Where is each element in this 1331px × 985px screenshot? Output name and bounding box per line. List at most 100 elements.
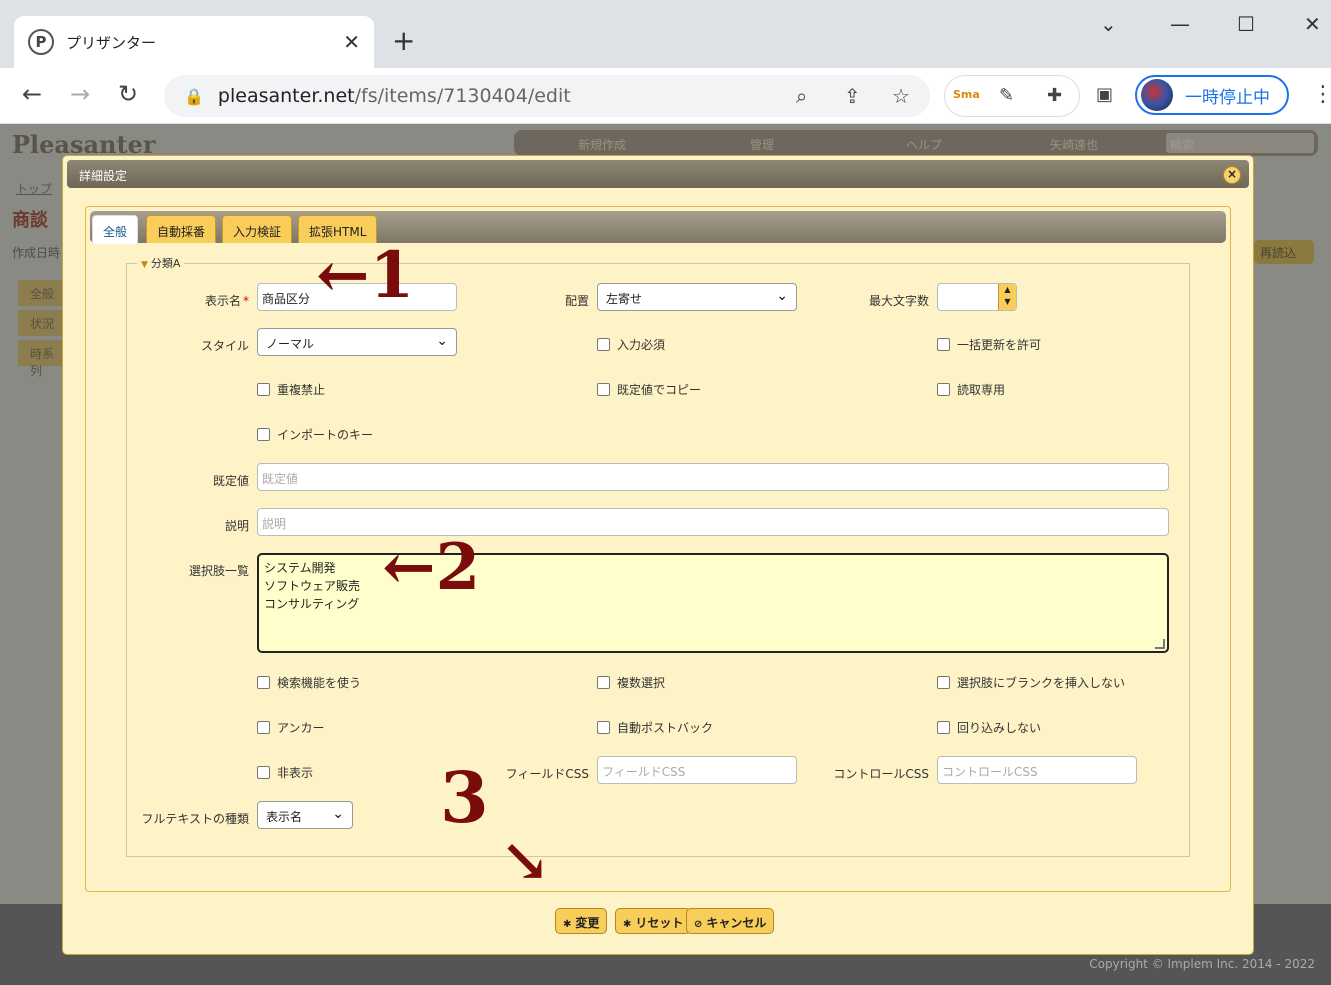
dialog-close-icon[interactable]: × xyxy=(1223,166,1241,184)
breadcrumb: トップ xyxy=(16,182,53,196)
address-bar[interactable]: 🔒 pleasanter.net/fs/items/7130404/edit ⌕… xyxy=(164,75,930,117)
multi-select-checkbox[interactable]: 複数選択 xyxy=(597,674,665,691)
side-tab-general: 全般 xyxy=(18,280,68,306)
display-name-label: 表示名 * xyxy=(204,294,249,308)
browser-tab[interactable]: P プリザンター ✕ xyxy=(14,16,374,68)
gear-icon: ✱ xyxy=(623,919,632,930)
browser-toolbar: ← → ↻ 🔒 pleasanter.net/fs/items/7130404/… xyxy=(0,68,1331,124)
no-wrap-checkbox[interactable]: 回り込みしない xyxy=(937,719,1041,736)
page-nav: 新規作成 管理 ヘルプ 矢崎達也 検索 xyxy=(514,130,1318,156)
new-tab-icon[interactable]: + xyxy=(392,24,415,57)
checkbox-box[interactable] xyxy=(257,766,270,779)
fieldset-legend[interactable]: ▼ 分類A xyxy=(137,255,185,271)
share-icon[interactable]: ⇪ xyxy=(844,84,861,108)
checkbox-box[interactable] xyxy=(257,428,270,441)
checkbox-box[interactable] xyxy=(257,721,270,734)
fulltext-select[interactable]: 表示名 ⌄ xyxy=(257,801,353,829)
page-search: 検索 xyxy=(1166,133,1314,153)
read-only-checkbox[interactable]: 読取専用 xyxy=(937,381,1005,398)
anchor-checkbox[interactable]: アンカー xyxy=(257,719,325,736)
spinner-icon[interactable]: ▲ ▼ xyxy=(998,284,1016,310)
note-extension-icon[interactable]: ✎ xyxy=(999,85,1014,106)
required-label: 入力必須 xyxy=(617,338,666,352)
auto-postback-checkbox[interactable]: 自動ポストバック xyxy=(597,719,713,736)
checkbox-box[interactable] xyxy=(597,676,610,689)
checkbox-box[interactable] xyxy=(257,676,270,689)
avatar xyxy=(1141,79,1173,111)
checkbox-box[interactable] xyxy=(937,721,950,734)
import-key-checkbox[interactable]: インポートのキー xyxy=(257,426,373,443)
url-path: /fs/items/7130404/edit xyxy=(354,85,571,107)
max-chars-input[interactable]: ▲ ▼ xyxy=(937,283,1017,311)
bookmark-star-icon[interactable]: ☆ xyxy=(892,84,910,108)
tab-auto-numbering[interactable]: 自動採番 xyxy=(146,215,217,243)
copy-default-label: 既定値でコピー xyxy=(617,383,702,397)
nav-user: 矢崎達也 xyxy=(1050,138,1099,152)
checkbox-box[interactable] xyxy=(937,676,950,689)
no-blank-checkbox[interactable]: 選択肢にブランクを挿入しない xyxy=(937,674,1125,691)
default-value-input[interactable]: 既定値 xyxy=(257,463,1169,491)
forward-icon[interactable]: → xyxy=(70,80,90,108)
control-css-input[interactable]: コントロールCSS xyxy=(937,756,1137,784)
max-chars-label: 最大文字数 xyxy=(868,294,929,308)
dialog-header[interactable]: 詳細設定 × xyxy=(67,160,1249,188)
nav-help: ヘルプ xyxy=(906,138,943,152)
no-duplicates-checkbox[interactable]: 重複禁止 xyxy=(257,381,325,398)
smasurf-extension-icon[interactable]: Sma xyxy=(953,88,980,101)
hidden-checkbox[interactable]: 非表示 xyxy=(257,764,313,781)
zoom-icon[interactable]: ⌕ xyxy=(796,84,807,108)
change-button[interactable]: ✱ 変更 xyxy=(555,908,608,934)
anchor-label: アンカー xyxy=(277,721,325,735)
field-css-input[interactable]: フィールドCSS xyxy=(597,756,797,784)
reset-button[interactable]: ✱ リセット xyxy=(615,908,692,934)
side-panel-icon[interactable]: ▣ xyxy=(1096,84,1113,105)
close-window-icon[interactable]: ✕ xyxy=(1304,12,1321,36)
page-date-label: 作成日時 xyxy=(12,246,61,260)
checkbox-box[interactable] xyxy=(257,383,270,396)
style-select[interactable]: ノーマル ⌄ xyxy=(257,328,457,356)
use-search-checkbox[interactable]: 検索機能を使う xyxy=(257,674,361,691)
minimize-icon[interactable]: — xyxy=(1170,12,1190,36)
checkbox-box[interactable] xyxy=(937,383,950,396)
tab-validation[interactable]: 入力検証 xyxy=(222,215,293,243)
puzzle-extensions-icon[interactable]: ✚ xyxy=(1047,85,1062,106)
import-key-label: インポートのキー xyxy=(277,428,374,442)
tab-search-icon[interactable]: ⌄ xyxy=(1100,12,1117,36)
bulk-update-checkbox[interactable]: 一括更新を許可 xyxy=(937,336,1041,353)
chevron-down-icon: ⌄ xyxy=(436,333,448,349)
resize-handle-icon[interactable] xyxy=(1155,639,1165,649)
read-only-label: 読取専用 xyxy=(957,383,1006,397)
no-duplicates-label: 重複禁止 xyxy=(277,383,326,397)
copyright: Copyright © Implem Inc. 2014 - 2022 xyxy=(1089,957,1315,971)
checkbox-box[interactable] xyxy=(937,338,950,351)
back-icon[interactable]: ← xyxy=(22,80,42,108)
extensions-group: Sma ✎ ✚ xyxy=(944,75,1080,117)
no-blank-label: 選択肢にブランクを挿入しない xyxy=(957,676,1126,690)
maximize-icon[interactable]: ☐ xyxy=(1237,12,1255,36)
tab-general[interactable]: 全般 xyxy=(92,215,139,244)
auto-postback-label: 自動ポストバック xyxy=(617,721,714,735)
fulltext-label: フルテキストの種類 xyxy=(141,812,249,826)
alignment-select[interactable]: 左寄せ ⌄ xyxy=(597,283,797,311)
required-checkbox[interactable]: 入力必須 xyxy=(597,336,665,353)
reload-icon[interactable]: ↻ xyxy=(118,80,138,108)
checkbox-box[interactable] xyxy=(597,383,610,396)
copy-default-checkbox[interactable]: 既定値でコピー xyxy=(597,381,701,398)
checkbox-box[interactable] xyxy=(597,721,610,734)
page-title: 商談 xyxy=(12,210,48,231)
dialog-tab-strip: 全般 自動採番 入力検証 拡張HTML xyxy=(90,211,1226,244)
tab-close-icon[interactable]: ✕ xyxy=(343,30,360,54)
browser-menu-icon[interactable]: ⋮ xyxy=(1312,82,1331,107)
cancel-button[interactable]: ⊘ キャンセル xyxy=(686,908,775,934)
change-label: 変更 xyxy=(575,916,600,930)
choices-label: 選択肢一覧 xyxy=(188,564,249,578)
checkbox-box[interactable] xyxy=(597,338,610,351)
description-label: 説明 xyxy=(224,519,249,533)
side-tab-status: 状況 xyxy=(18,310,68,336)
cancel-label: キャンセル xyxy=(706,916,767,930)
legend-label: 分類A xyxy=(150,257,181,270)
profile-button[interactable]: 一時停止中 xyxy=(1135,75,1289,115)
profile-label: 一時停止中 xyxy=(1185,87,1270,108)
chevron-down-icon: ⌄ xyxy=(776,288,788,304)
dialog-body: 全般 自動採番 入力検証 拡張HTML ▼ 分類A 表示名 * 商品区分 配置 左寄… xyxy=(85,206,1231,892)
